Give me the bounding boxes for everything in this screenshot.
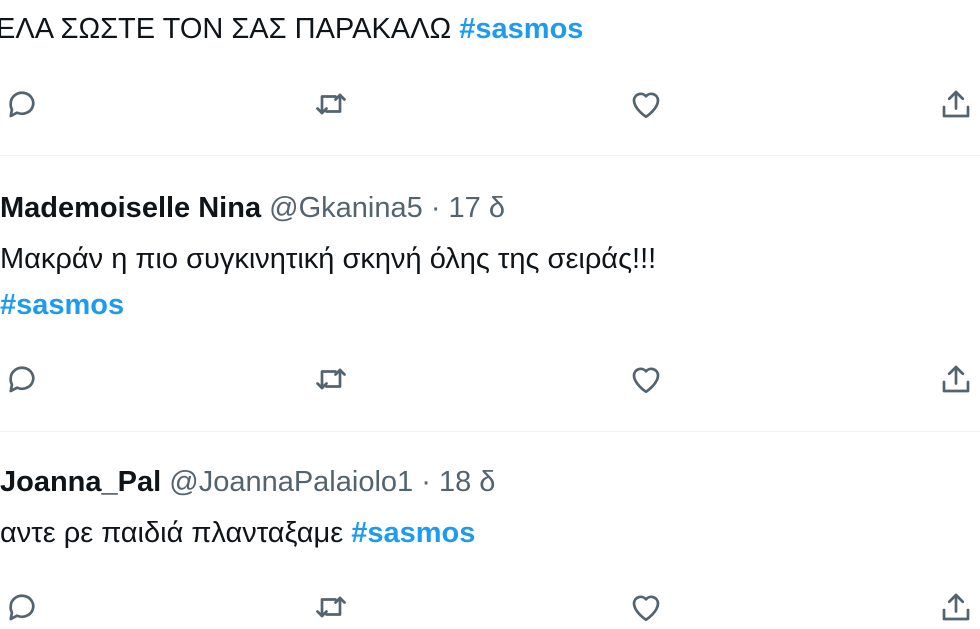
tweet-body: ΕΛΑ ΣΩΣΤΕ ΤΟΝ ΣΑΣ ΠΑΡΑΚΑΛΩ bbox=[0, 13, 452, 45]
like-button[interactable] bbox=[624, 357, 668, 401]
header-separator: · bbox=[421, 466, 431, 498]
reply-button[interactable] bbox=[0, 82, 44, 126]
reply-button[interactable] bbox=[0, 357, 44, 401]
author-handle[interactable]: @JoannaPalaiolo1 bbox=[169, 466, 413, 498]
tweet-text: αντε ρε παιδιά πλανταξαμε #sasmos bbox=[0, 510, 475, 556]
reply-icon bbox=[9, 366, 35, 393]
tweet-divider bbox=[0, 431, 980, 432]
retweet-button[interactable] bbox=[309, 357, 353, 401]
tweet-actions bbox=[0, 585, 980, 629]
share-button[interactable] bbox=[934, 585, 978, 629]
tweet-text: Μακράν η πιο συγκινητική σκηνή όλης της … bbox=[0, 236, 656, 328]
author-handle[interactable]: @Gkanina5 bbox=[269, 192, 423, 224]
share-button[interactable] bbox=[934, 357, 978, 401]
reply-icon bbox=[9, 594, 35, 621]
hashtag-link[interactable]: #sasmos bbox=[351, 517, 475, 549]
share-button[interactable] bbox=[934, 82, 978, 126]
tweet-text: ΕΛΑ ΣΩΣΤΕ ΤΟΝ ΣΑΣ ΠΑΡΑΚΑΛΩ #sasmos bbox=[0, 6, 583, 52]
author-name[interactable]: Mademoiselle Nina bbox=[0, 192, 261, 224]
hashtag-link[interactable]: #sasmos bbox=[0, 282, 656, 328]
retweet-icon bbox=[316, 93, 346, 115]
like-icon bbox=[632, 595, 660, 622]
like-button[interactable] bbox=[624, 82, 668, 126]
like-button[interactable] bbox=[624, 585, 668, 629]
reply-icon bbox=[9, 91, 35, 118]
header-separator: · bbox=[430, 192, 441, 224]
tweet-divider bbox=[0, 155, 980, 156]
author-name[interactable]: Joanna_Pal bbox=[0, 466, 161, 498]
share-icon bbox=[942, 90, 970, 118]
tweet-header: Mademoiselle Nina @Gkanina5 · 17 δ bbox=[0, 188, 505, 228]
retweet-button[interactable] bbox=[309, 82, 353, 126]
retweet-button[interactable] bbox=[309, 585, 353, 629]
tweet-header: Joanna_Pal @JoannaPalaiolo1 · 18 δ bbox=[0, 462, 495, 502]
tweet-timestamp[interactable]: 17 δ bbox=[449, 192, 505, 224]
like-icon bbox=[632, 367, 660, 394]
tweet-actions bbox=[0, 82, 980, 126]
hashtag-link[interactable]: #sasmos bbox=[459, 13, 583, 45]
share-icon bbox=[942, 593, 970, 621]
tweet-timestamp[interactable]: 18 δ bbox=[439, 466, 495, 498]
share-icon bbox=[942, 365, 970, 393]
like-icon bbox=[632, 92, 660, 119]
retweet-icon bbox=[316, 368, 346, 390]
tweet-body: Μακράν η πιο συγκινητική σκηνή όλης της … bbox=[0, 243, 657, 275]
tweet-actions bbox=[0, 357, 980, 401]
retweet-icon bbox=[316, 596, 346, 618]
tweet-body: αντε ρε παιδιά πλανταξαμε bbox=[0, 517, 344, 549]
reply-button[interactable] bbox=[0, 585, 44, 629]
